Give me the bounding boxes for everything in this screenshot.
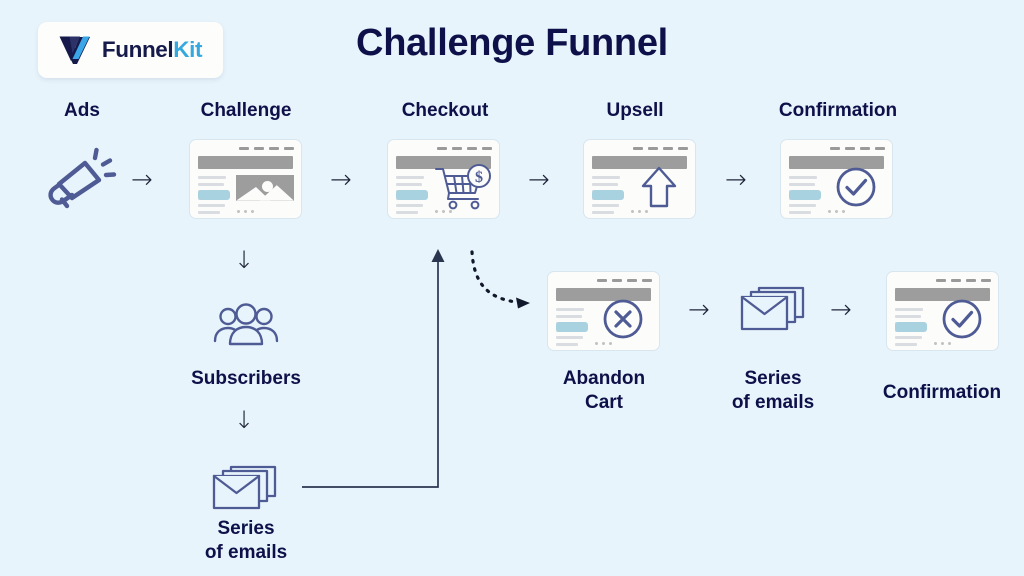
card-dots [584, 210, 695, 213]
node-series-of-emails-bottom [737, 284, 809, 338]
card-cta-button [396, 190, 428, 200]
label-series-of-emails-left: Series of emails [204, 518, 288, 564]
card-dots [887, 342, 998, 345]
page-title: Challenge Funnel [356, 22, 668, 64]
arrow-ads-to-challenge: → [131, 165, 153, 195]
card-cta-button [556, 322, 588, 332]
svg-text:$: $ [475, 169, 483, 186]
card-challenge [189, 139, 302, 219]
node-series-of-emails-left [209, 463, 281, 517]
label-upsell: Upsell [606, 100, 664, 121]
node-subscribers [212, 303, 280, 351]
card-dots [548, 342, 659, 345]
label-abandon-cart: Abandon Cart [562, 368, 646, 414]
card-abandon-cart [547, 271, 660, 351]
up-arrow-icon [628, 166, 689, 208]
card-checkout: $ [387, 139, 500, 219]
stacked-envelopes-icon [212, 465, 277, 510]
card-upsell [583, 139, 696, 219]
arrow-abandon-to-emails: → [688, 295, 710, 325]
stacked-envelopes-icon [740, 286, 805, 331]
card-confirmation-top [780, 139, 893, 219]
card-cta-button [789, 190, 821, 200]
shopping-cart-icon: $ [432, 164, 493, 210]
card-confirmation-bottom [886, 271, 999, 351]
abandon-branch-connector [470, 250, 530, 309]
check-circle-icon [825, 167, 886, 207]
arrow-emails-to-confirmation: → [830, 295, 852, 325]
feedback-loop-connector [302, 249, 445, 488]
card-dots [388, 210, 499, 213]
label-confirmation-top: Confirmation [778, 100, 898, 121]
people-group-icon [213, 303, 279, 346]
arrow-upsell-to-confirmation: → [725, 165, 747, 195]
card-window-dashes [597, 279, 652, 282]
label-challenge: Challenge [200, 100, 292, 121]
landing-page-icon [236, 175, 294, 201]
arrow-subscribers-to-emails: ↓ [234, 406, 255, 434]
card-window-dashes [633, 147, 688, 150]
card-topbar [198, 156, 293, 169]
label-ads: Ads [64, 100, 100, 121]
card-window-dashes [437, 147, 492, 150]
card-cta-button [592, 190, 624, 200]
node-ads [45, 146, 119, 218]
card-cta-button [895, 322, 927, 332]
card-window-dashes [830, 147, 885, 150]
arrow-checkout-to-upsell: → [528, 165, 550, 195]
arrow-challenge-to-subscribers: ↓ [234, 246, 255, 274]
label-checkout: Checkout [401, 100, 489, 121]
x-circle-icon [592, 299, 653, 339]
card-window-dashes [239, 147, 294, 150]
label-confirmation-bottom: Confirmation [882, 382, 1002, 403]
card-window-dashes [936, 279, 991, 282]
card-dots [190, 210, 301, 213]
card-dots [781, 210, 892, 213]
check-circle-icon [931, 299, 992, 339]
funnel-diagram: FunnelKit Challenge Funnel Ads Challenge… [0, 0, 1024, 576]
card-cta-button [198, 190, 230, 200]
arrow-challenge-to-checkout: → [330, 165, 352, 195]
label-series-of-emails-bottom: Series of emails [731, 368, 815, 414]
megaphone-icon [48, 147, 117, 209]
